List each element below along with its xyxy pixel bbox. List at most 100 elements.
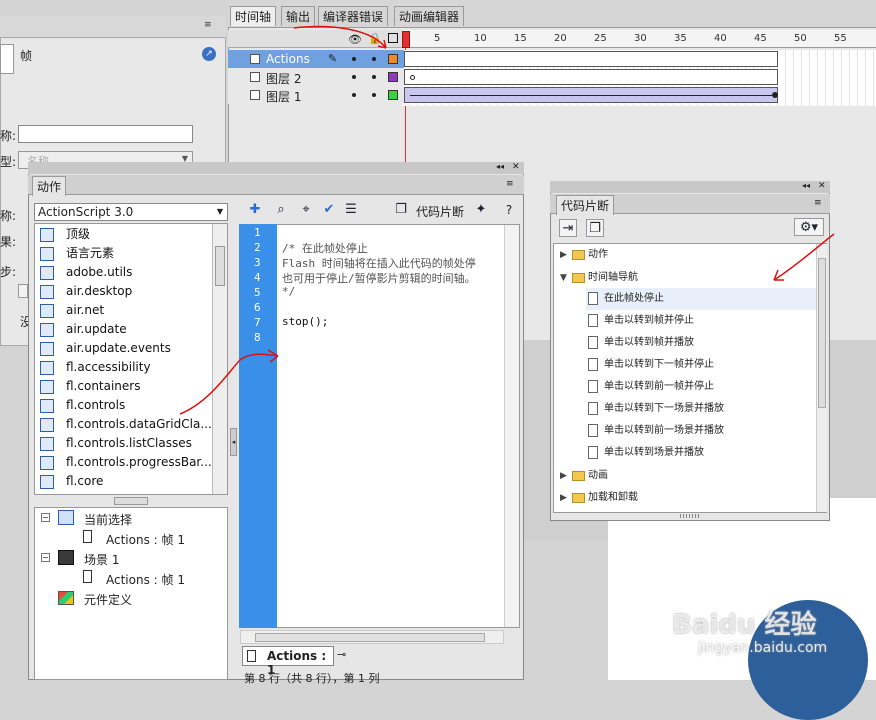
code-line: Flash 时间轴将在插入此代码的帧处停 (282, 257, 476, 270)
visible-dot[interactable] (352, 75, 356, 79)
layer2-keyframe (410, 75, 415, 80)
watermark-url: jingyan.baidu.com (698, 640, 828, 656)
pin-icon[interactable]: ⊸ (337, 648, 346, 661)
help-icon[interactable]: ? (500, 201, 518, 219)
frame-label: 帧 (20, 49, 33, 63)
lock-dot[interactable] (372, 93, 376, 97)
line-number: 5 (254, 286, 261, 299)
component-def-label[interactable]: 元件定义 (84, 591, 132, 608)
hscroll-thumb[interactable] (255, 633, 485, 642)
book-icon (40, 304, 54, 318)
line-number: 3 (254, 256, 261, 269)
check-icon[interactable]: ✔ (320, 201, 338, 219)
snippets-toolbar-label[interactable]: 代码片断 (416, 203, 464, 220)
row-label-1: 称: (0, 209, 17, 223)
layer-color (388, 90, 398, 100)
book-icon (40, 342, 54, 356)
language-select-value: ActionScript 3.0 (38, 205, 134, 219)
lock-dot[interactable] (372, 75, 376, 79)
chevron-down-icon: ▼ (216, 207, 223, 216)
resize-grip[interactable] (680, 514, 700, 518)
add-icon[interactable]: ✚ (246, 201, 264, 219)
book-icon (40, 285, 54, 299)
document-icon (588, 292, 598, 305)
book-icon (40, 361, 54, 375)
layer-icon (250, 72, 260, 82)
collapse-icon[interactable]: ◂◂ (496, 162, 504, 171)
frame-script-icon (83, 530, 92, 543)
line-number: 7 (254, 316, 261, 329)
tab-motion-editor[interactable]: 动画编辑器 (394, 6, 465, 26)
tab-actions[interactable]: 动作 (32, 176, 67, 196)
actions-tabbar (28, 175, 524, 195)
wand-icon[interactable]: ✦ (472, 201, 490, 219)
code-line: stop(); (282, 315, 329, 328)
visible-dot[interactable] (352, 93, 356, 97)
ruler-55: 55 (834, 33, 847, 44)
code-line: /* 在此帧处停止 (282, 242, 368, 255)
tab-timeline[interactable]: 时间轴 (230, 6, 277, 26)
ruler-35: 35 (674, 33, 687, 44)
layer-icon (250, 90, 260, 100)
expand-arrow-icon: ▶ (560, 493, 567, 503)
name-label: 称: (0, 129, 17, 143)
collapse-arrow-icon: ▼ (560, 273, 567, 283)
scene-label[interactable]: 场景 1 (84, 551, 119, 568)
pane-collapse-handle[interactable]: ◂ (230, 428, 237, 456)
line-number: 4 (254, 271, 261, 284)
name-input[interactable] (18, 125, 193, 143)
code-vscrollbar[interactable] (504, 225, 519, 627)
script-tab-icon (247, 650, 256, 662)
script-tab[interactable]: Actions : 1 (242, 646, 334, 677)
search-icon[interactable]: ⌕ (272, 201, 290, 219)
row-box[interactable] (18, 284, 28, 298)
pane-splitter[interactable] (114, 497, 148, 505)
layer-row-layer1[interactable]: 图层 1 (228, 86, 404, 104)
frame-ruler[interactable]: 1 5 10 15 20 25 30 35 40 45 50 55 (402, 30, 876, 48)
expand-arrow-icon: ▶ (560, 471, 567, 481)
folder-open-icon (572, 273, 585, 283)
layer2-frame-span[interactable] (404, 69, 778, 85)
row-label-3: 步: (0, 265, 17, 279)
ruler-15: 15 (514, 33, 527, 44)
layer-row-layer2[interactable]: 图层 2 (228, 68, 404, 86)
component-icon (58, 591, 74, 605)
target-icon[interactable]: ⌖ (297, 201, 315, 219)
playhead[interactable] (402, 31, 410, 48)
actions-frame-span[interactable] (404, 51, 778, 67)
actions-menu-icon[interactable]: ≡ (506, 179, 514, 189)
actions-titlebar (28, 162, 524, 174)
line-number: 2 (254, 241, 261, 254)
properties-menu-icon[interactable]: ≡ (204, 20, 212, 30)
language-select[interactable]: ActionScript 3.0 ▼ (34, 203, 228, 221)
current-selection-label[interactable]: 当前选择 (84, 511, 132, 528)
book-icon (40, 247, 54, 261)
scroll-thumb[interactable] (215, 246, 225, 286)
add-to-frame-icon[interactable]: ⇥ (559, 219, 577, 237)
collapse-icon[interactable]: ◂◂ (802, 181, 810, 190)
current-item-label[interactable]: Actions : 帧 1 (106, 531, 185, 548)
scene-item-label[interactable]: Actions : 帧 1 (106, 571, 185, 588)
code-line: 也可用于停止/暂停影片剪辑的时间轴。 (282, 272, 476, 285)
copy-icon[interactable]: ❐ (586, 219, 604, 237)
book-icon (40, 418, 54, 432)
scene-icon (58, 550, 74, 565)
ruler-40: 40 (714, 33, 727, 44)
code-hscrollbar[interactable] (240, 630, 504, 644)
snippets-titlebar (550, 181, 830, 193)
annotation-arrow-right (773, 233, 835, 281)
folder-icon (572, 493, 585, 503)
expand-toggle[interactable]: − (41, 553, 50, 562)
book-icon (40, 266, 54, 280)
expand-toggle[interactable]: − (41, 513, 50, 522)
close-icon[interactable]: ✕ (512, 162, 520, 172)
snippets-menu-icon[interactable]: ≡ (814, 198, 822, 208)
format-icon[interactable]: ☰ (342, 201, 360, 219)
ruler-5: 5 (434, 33, 441, 44)
tab-code-snippets[interactable]: 代码片断 (556, 195, 615, 215)
snippets-icon[interactable]: ❐ (392, 201, 410, 219)
close-icon[interactable]: ✕ (818, 181, 826, 191)
help-icon[interactable]: ↗ (202, 47, 216, 61)
layer-name: 图层 1 (266, 90, 302, 104)
book-icon (40, 456, 54, 470)
